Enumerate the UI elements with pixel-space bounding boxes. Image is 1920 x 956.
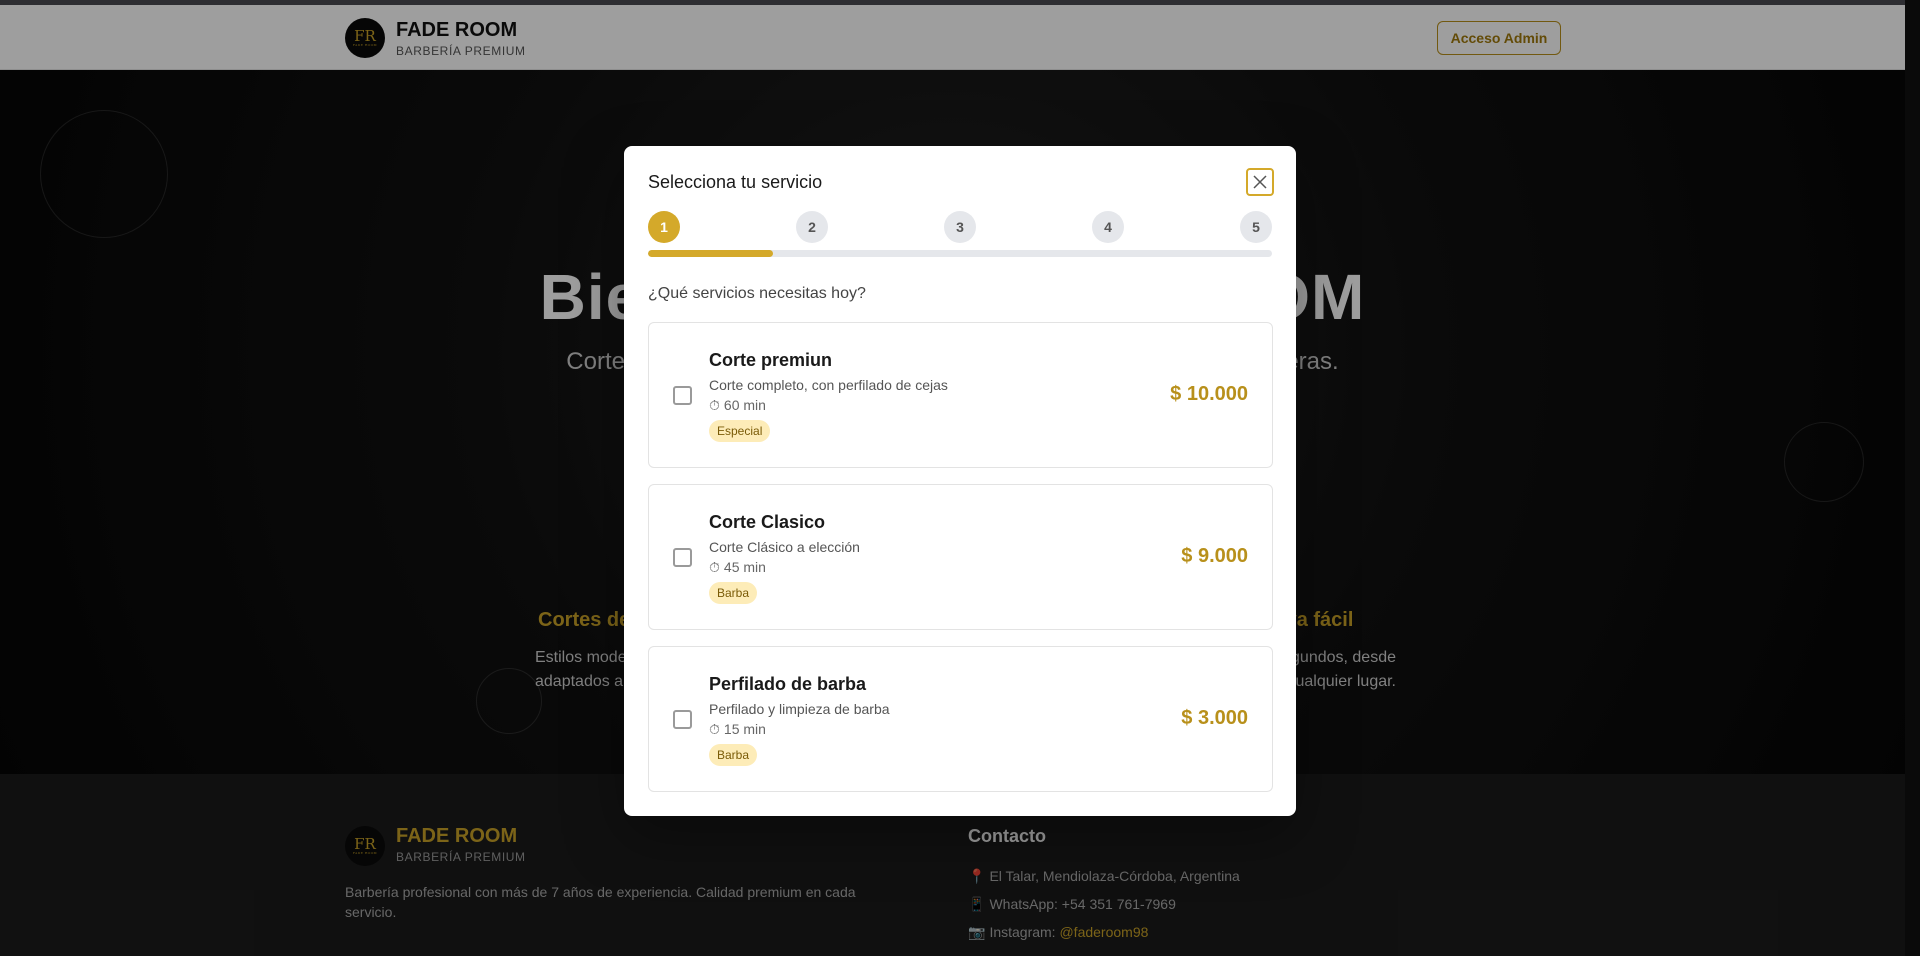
timer-icon: ⏱ (709, 397, 720, 413)
service-price: $ 10.000 (1170, 383, 1248, 405)
close-button[interactable] (1246, 168, 1274, 196)
service-description: Corte Clásico a elección (709, 539, 860, 555)
step-indicator-2: 2 (796, 211, 828, 243)
step-indicator-3: 3 (944, 211, 976, 243)
timer-icon: ⏱ (709, 721, 720, 737)
timer-icon: ⏱ (709, 559, 720, 575)
service-description: Corte completo, con perfilado de cejas (709, 377, 948, 393)
services-question: ¿Qué servicios necesitas hoy? (648, 285, 866, 302)
modal-title: Selecciona tu servicio (648, 172, 823, 192)
service-description: Perfilado y limpieza de barba (709, 701, 890, 717)
service-card-perfilado-de-barba[interactable]: Perfilado de barba Perfilado y limpieza … (648, 646, 1273, 792)
service-checkbox[interactable] (673, 710, 692, 729)
duration-text: 60 min (723, 397, 766, 413)
service-badge: Especial (709, 420, 771, 442)
service-selection-modal: Selecciona tu servicio 1 2 3 4 5 ¿Qué se… (624, 146, 1296, 816)
progress-fill (648, 250, 773, 257)
service-badge: Barba (709, 744, 758, 766)
service-name: Perfilado de barba (709, 674, 867, 694)
service-price: $ 9.000 (1181, 545, 1248, 567)
service-duration: ⏱ 45 min (709, 559, 766, 576)
service-card-corte-premiun[interactable]: Corte premiun Corte completo, con perfil… (648, 322, 1273, 468)
step-indicator-5: 5 (1240, 211, 1272, 243)
service-duration: ⏱ 60 min (709, 397, 766, 414)
duration-text: 45 min (723, 559, 766, 575)
service-checkbox[interactable] (673, 386, 692, 405)
service-name: Corte premiun (709, 350, 833, 370)
service-checkbox[interactable] (673, 548, 692, 567)
step-indicator-4: 4 (1092, 211, 1124, 243)
close-icon (1253, 175, 1267, 189)
service-duration: ⏱ 15 min (709, 721, 766, 738)
duration-text: 15 min (723, 721, 766, 737)
step-indicator-1: 1 (648, 211, 680, 243)
progress-bar (648, 250, 1272, 257)
service-name: Corte Clasico (709, 512, 826, 532)
service-badge: Barba (709, 582, 758, 604)
service-price: $ 3.000 (1181, 707, 1248, 729)
service-card-corte-clasico[interactable]: Corte Clasico Corte Clásico a elección ⏱… (648, 484, 1273, 630)
